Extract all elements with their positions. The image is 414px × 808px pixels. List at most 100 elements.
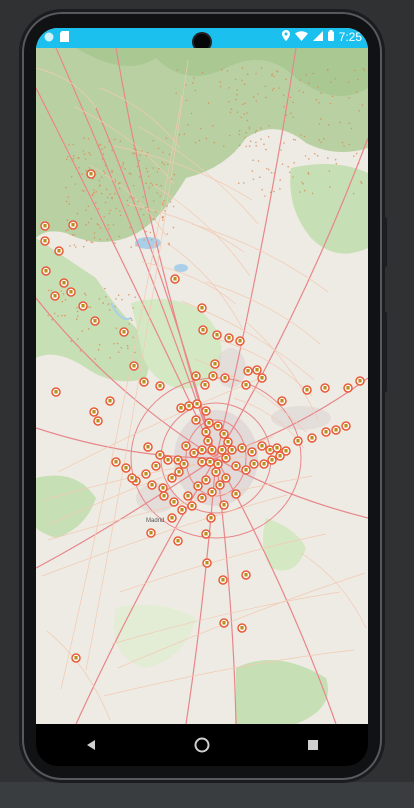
- station-marker[interactable]: [331, 425, 341, 435]
- station-marker[interactable]: [119, 327, 129, 337]
- station-marker[interactable]: [221, 453, 231, 463]
- station-marker[interactable]: [174, 467, 184, 477]
- station-marker[interactable]: [235, 336, 245, 346]
- station-marker[interactable]: [215, 480, 225, 490]
- station-marker[interactable]: [139, 377, 149, 387]
- station-marker[interactable]: [293, 436, 303, 446]
- station-marker[interactable]: [198, 325, 208, 335]
- station-marker[interactable]: [204, 418, 214, 428]
- station-marker[interactable]: [141, 469, 151, 479]
- station-marker[interactable]: [241, 570, 251, 580]
- station-marker[interactable]: [224, 333, 234, 343]
- station-marker[interactable]: [213, 459, 223, 469]
- station-marker[interactable]: [197, 493, 207, 503]
- station-marker[interactable]: [111, 457, 121, 467]
- station-marker[interactable]: [90, 316, 100, 326]
- station-marker[interactable]: [191, 371, 201, 381]
- station-marker[interactable]: [277, 396, 287, 406]
- station-marker[interactable]: [201, 427, 211, 437]
- station-marker[interactable]: [187, 501, 197, 511]
- station-marker[interactable]: [93, 416, 103, 426]
- station-marker[interactable]: [223, 437, 233, 447]
- station-marker[interactable]: [267, 455, 277, 465]
- station-marker[interactable]: [341, 421, 351, 431]
- station-marker[interactable]: [320, 383, 330, 393]
- station-marker[interactable]: [197, 445, 207, 455]
- station-marker[interactable]: [206, 513, 216, 523]
- station-marker[interactable]: [155, 381, 165, 391]
- station-marker[interactable]: [210, 359, 220, 369]
- station-marker[interactable]: [105, 396, 115, 406]
- back-button[interactable]: [71, 730, 111, 760]
- station-marker[interactable]: [221, 473, 231, 483]
- station-marker[interactable]: [163, 455, 173, 465]
- station-marker[interactable]: [147, 480, 157, 490]
- station-marker[interactable]: [40, 221, 50, 231]
- station-marker[interactable]: [176, 403, 186, 413]
- station-marker[interactable]: [59, 278, 69, 288]
- station-marker[interactable]: [51, 387, 61, 397]
- station-marker[interactable]: [219, 429, 229, 439]
- station-marker[interactable]: [40, 236, 50, 246]
- station-marker[interactable]: [66, 287, 76, 297]
- station-marker[interactable]: [237, 443, 247, 453]
- station-marker[interactable]: [321, 427, 331, 437]
- station-marker[interactable]: [143, 442, 153, 452]
- station-marker[interactable]: [202, 558, 212, 568]
- station-marker[interactable]: [129, 361, 139, 371]
- station-marker[interactable]: [127, 473, 137, 483]
- station-marker[interactable]: [205, 457, 215, 467]
- station-marker[interactable]: [227, 445, 237, 455]
- station-marker[interactable]: [151, 461, 161, 471]
- station-marker[interactable]: [217, 445, 227, 455]
- station-marker[interactable]: [257, 441, 267, 451]
- station-marker[interactable]: [197, 303, 207, 313]
- station-marker[interactable]: [219, 618, 229, 628]
- station-marker[interactable]: [89, 407, 99, 417]
- station-marker[interactable]: [158, 483, 168, 493]
- station-marker[interactable]: [41, 266, 51, 276]
- station-marker[interactable]: [86, 169, 96, 179]
- station-marker[interactable]: [275, 451, 285, 461]
- station-marker[interactable]: [169, 497, 179, 507]
- station-marker[interactable]: [211, 467, 221, 477]
- station-marker[interactable]: [207, 445, 217, 455]
- station-marker[interactable]: [302, 385, 312, 395]
- station-marker[interactable]: [121, 463, 131, 473]
- station-marker[interactable]: [231, 461, 241, 471]
- station-marker[interactable]: [208, 371, 218, 381]
- station-marker[interactable]: [203, 436, 213, 446]
- station-marker[interactable]: [247, 447, 257, 457]
- station-marker[interactable]: [355, 376, 365, 386]
- station-marker[interactable]: [307, 433, 317, 443]
- station-marker[interactable]: [213, 421, 223, 431]
- station-marker[interactable]: [54, 246, 64, 256]
- station-marker[interactable]: [167, 513, 177, 523]
- station-marker[interactable]: [241, 380, 251, 390]
- station-marker[interactable]: [177, 505, 187, 515]
- station-marker[interactable]: [146, 528, 156, 538]
- station-marker[interactable]: [218, 575, 228, 585]
- station-marker[interactable]: [179, 459, 189, 469]
- station-marker[interactable]: [343, 383, 353, 393]
- station-marker[interactable]: [170, 274, 180, 284]
- station-marker[interactable]: [249, 459, 259, 469]
- station-marker[interactable]: [191, 415, 201, 425]
- map-view[interactable]: Madrid: [36, 48, 368, 724]
- station-marker[interactable]: [192, 399, 202, 409]
- station-marker[interactable]: [173, 536, 183, 546]
- station-marker[interactable]: [257, 373, 267, 383]
- station-marker[interactable]: [219, 500, 229, 510]
- station-marker[interactable]: [197, 457, 207, 467]
- station-marker[interactable]: [184, 401, 194, 411]
- station-marker[interactable]: [200, 380, 210, 390]
- station-marker[interactable]: [241, 465, 251, 475]
- recents-button[interactable]: [293, 730, 333, 760]
- station-marker[interactable]: [183, 491, 193, 501]
- station-marker[interactable]: [193, 481, 203, 491]
- station-marker[interactable]: [259, 459, 269, 469]
- station-marker[interactable]: [207, 487, 217, 497]
- station-marker[interactable]: [71, 653, 81, 663]
- station-marker[interactable]: [252, 365, 262, 375]
- station-marker[interactable]: [50, 291, 60, 301]
